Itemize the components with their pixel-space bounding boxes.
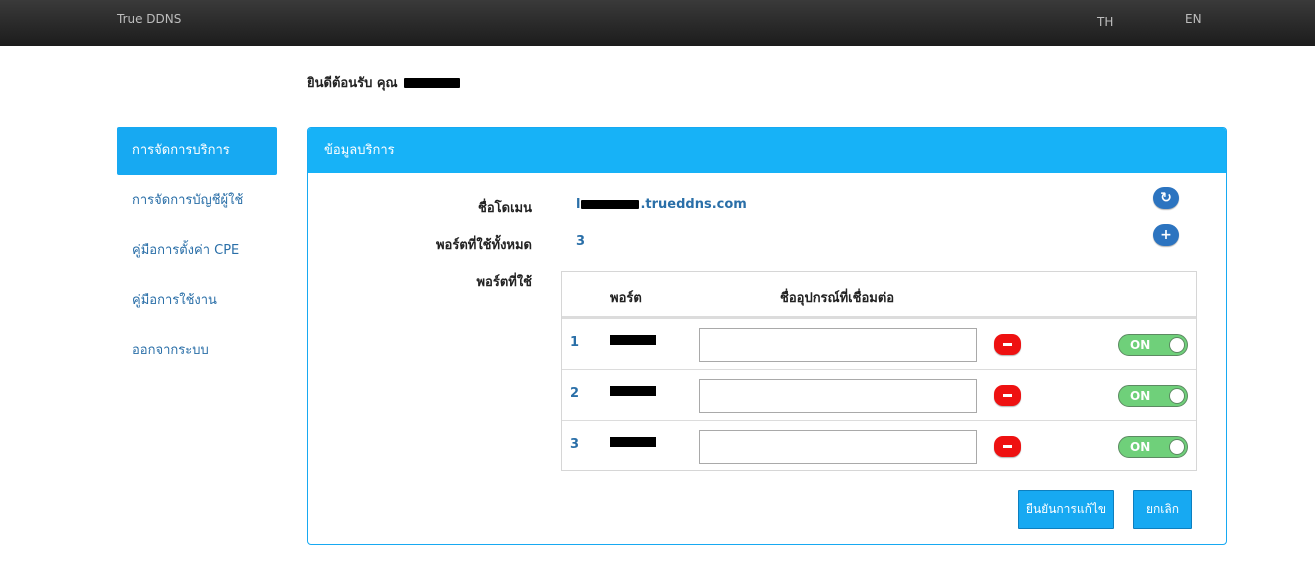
port-toggle[interactable]: ON	[1118, 436, 1188, 458]
confirm-button[interactable]: ยืนยันการแก้ไข	[1018, 490, 1114, 529]
sidebar-item-user-guide[interactable]: คู่มือการใช้งาน	[117, 277, 277, 325]
service-info-panel: ข้อมูลบริการ ชื่อโดเมน l .trueddns.com ↻…	[307, 127, 1227, 545]
remove-port-button[interactable]	[994, 436, 1021, 457]
cancel-button[interactable]: ยกเลิก	[1133, 490, 1192, 529]
device-name-input[interactable]	[699, 328, 977, 362]
top-navbar: True DDNS TH EN	[0, 0, 1315, 46]
row-number: 3	[570, 437, 580, 452]
welcome-message: ยินดีต้อนรับ คุณ	[307, 72, 460, 93]
sidebar: การจัดการบริการ การจัดการบัญชีผู้ใช้ คู่…	[117, 127, 277, 377]
ports-used-label: พอร์ตที่ใช้	[476, 275, 532, 290]
table-header: พอร์ต ชื่ออุปกรณ์ที่เชื่อมต่อ	[562, 272, 1196, 318]
table-row: 2 ON	[562, 369, 1196, 420]
redacted-port	[610, 437, 656, 447]
domain-value: l .trueddns.com	[576, 197, 747, 212]
lang-en-link[interactable]: EN	[1185, 12, 1202, 26]
sidebar-item-logout[interactable]: ออกจากระบบ	[117, 327, 277, 375]
ports-table: พอร์ต ชื่ออุปกรณ์ที่เชื่อมต่อ 1 ON 2 ON …	[561, 271, 1197, 471]
col-device-header: ชื่ออุปกรณ์ที่เชื่อมต่อ	[780, 291, 895, 306]
minus-icon	[1003, 394, 1012, 397]
device-name-input[interactable]	[699, 430, 977, 464]
toggle-label: ON	[1130, 389, 1151, 403]
toggle-knob	[1169, 439, 1185, 455]
row-number: 2	[570, 386, 580, 401]
col-port-header: พอร์ต	[610, 291, 642, 306]
port-toggle[interactable]: ON	[1118, 334, 1188, 356]
sidebar-item-service-management[interactable]: การจัดการบริการ	[117, 127, 277, 175]
domain-suffix: .trueddns.com	[640, 197, 747, 212]
redacted-domain	[581, 200, 640, 209]
domain-label: ชื่อโดเมน	[478, 201, 532, 216]
remove-port-button[interactable]	[994, 334, 1021, 355]
add-port-button[interactable]: +	[1153, 224, 1179, 246]
plus-icon: +	[1160, 227, 1172, 243]
sidebar-item-cpe-guide[interactable]: คู่มือการตั้งค่า CPE	[117, 227, 277, 275]
redacted-port	[610, 335, 656, 345]
toggle-knob	[1169, 388, 1185, 404]
domain-prefix: l	[576, 197, 581, 212]
welcome-text: ยินดีต้อนรับ คุณ	[307, 76, 398, 91]
device-name-input[interactable]	[699, 379, 977, 413]
table-row: 3 ON	[562, 420, 1196, 471]
port-toggle[interactable]: ON	[1118, 385, 1188, 407]
table-row: 1 ON	[562, 318, 1196, 369]
refresh-icon: ↻	[1160, 190, 1172, 206]
remove-port-button[interactable]	[994, 385, 1021, 406]
ports-total-label: พอร์ตที่ใช้ทั้งหมด	[435, 238, 532, 253]
brand-logo[interactable]: True DDNS	[117, 12, 181, 26]
refresh-button[interactable]: ↻	[1153, 187, 1179, 209]
minus-icon	[1003, 445, 1012, 448]
toggle-knob	[1169, 337, 1185, 353]
row-number: 1	[570, 335, 580, 350]
redacted-username	[403, 77, 460, 88]
panel-title: ข้อมูลบริการ	[308, 128, 1226, 173]
lang-th-link[interactable]: TH	[1097, 15, 1113, 29]
ports-total-value: 3	[576, 234, 586, 249]
sidebar-item-account-management[interactable]: การจัดการบัญชีผู้ใช้	[117, 177, 277, 225]
minus-icon	[1003, 343, 1012, 346]
toggle-label: ON	[1130, 338, 1151, 352]
redacted-port	[610, 386, 656, 396]
toggle-label: ON	[1130, 440, 1151, 454]
